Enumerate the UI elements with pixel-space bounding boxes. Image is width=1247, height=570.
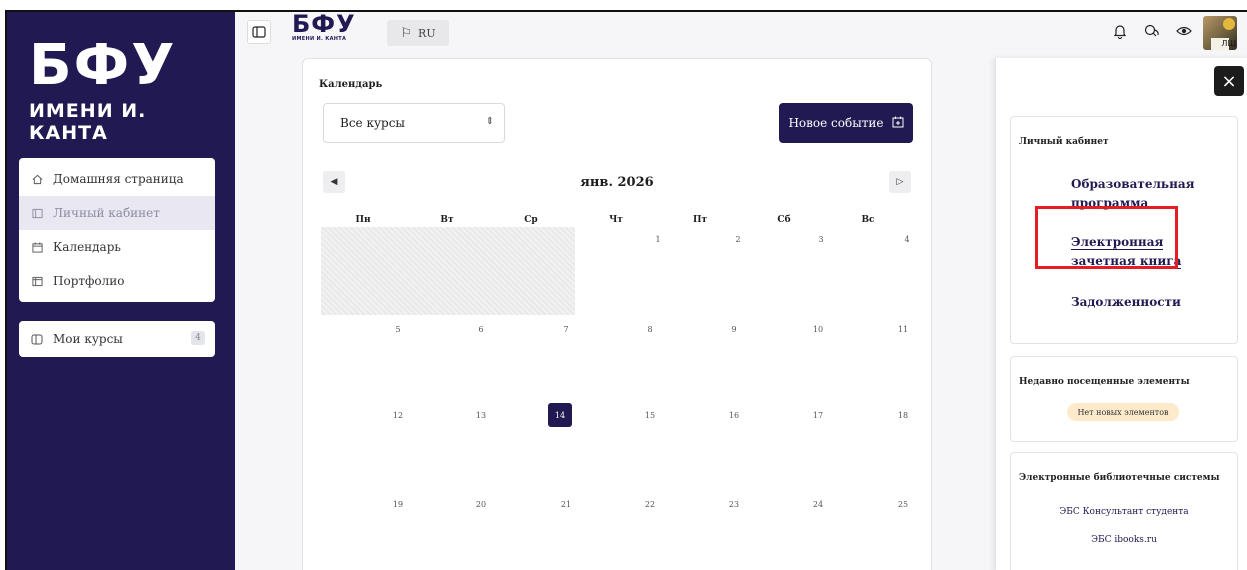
- messages-icon[interactable]: [1139, 24, 1165, 43]
- university-logo[interactable]: БФУ ИМЕНИ И. КАНТА: [29, 36, 219, 146]
- close-drawer-button[interactable]: ×: [1214, 66, 1244, 96]
- calendar-day[interactable]: 1: [648, 235, 668, 244]
- calendar-day[interactable]: 20: [471, 500, 491, 509]
- avatar-text: ЛШ: [1221, 39, 1236, 48]
- sidebar-item-home[interactable]: Домашняя страница: [19, 162, 215, 196]
- close-icon: ×: [1221, 70, 1237, 92]
- cabinet-block-title: Личный кабинет: [1019, 137, 1109, 147]
- recent-items-block: Недавно посещенные элементы Нет новых эл…: [1010, 356, 1238, 442]
- calendar-day[interactable]: 7: [556, 325, 576, 334]
- weekday-label: Вс: [861, 215, 875, 225]
- sidebar: БФУ ИМЕНИ И. КАНТА Домашняя страница Лич…: [7, 12, 235, 570]
- calendar-day[interactable]: 18: [893, 411, 913, 420]
- weekday-label: Пн: [355, 215, 371, 225]
- weekday-label: Сб: [777, 215, 791, 225]
- sidebar-item-my-courses[interactable]: Мои курсы 4: [19, 321, 215, 357]
- courses-count-badge: 4: [191, 331, 205, 345]
- calendar-day[interactable]: 24: [808, 500, 828, 509]
- flag-icon: ⚐: [400, 25, 413, 41]
- calendar-day[interactable]: 16: [724, 411, 744, 420]
- no-new-items-badge: Нет новых элементов: [1067, 403, 1179, 421]
- sidebar-item-label: Портфолио: [53, 274, 125, 288]
- calendar-day[interactable]: 8: [640, 325, 660, 334]
- new-event-button[interactable]: Новое событие: [779, 103, 913, 143]
- portfolio-icon: [31, 275, 43, 287]
- top-logo-sub: ИМЕНИ И. КАНТА: [292, 36, 347, 42]
- weekday-label: Пт: [692, 215, 708, 225]
- logo-sub-text: ИМЕНИ И. КАНТА: [29, 100, 147, 144]
- app-window: БФУ ИМЕНИ И. КАНТА Домашняя страница Лич…: [5, 10, 1247, 570]
- language-label: RU: [418, 26, 436, 40]
- calendar-day[interactable]: 21: [556, 500, 576, 509]
- eye-icon[interactable]: [1171, 25, 1197, 41]
- home-icon: [31, 173, 43, 185]
- weekday-label: Чт: [609, 215, 623, 225]
- notifications-bell-icon[interactable]: [1107, 24, 1133, 43]
- recent-items-title: Недавно посещенные элементы: [1019, 377, 1190, 387]
- top-stripe: [0, 0, 1247, 10]
- library-link[interactable]: ЭБС ibooks.ru: [1011, 535, 1237, 545]
- sidebar-item-label: Мои курсы: [53, 332, 123, 346]
- sidebar-item-label: Личный кабинет: [53, 206, 160, 220]
- sidebar-item-cabinet[interactable]: Личный кабинет: [19, 196, 215, 230]
- calendar-day[interactable]: 19: [388, 500, 408, 509]
- calendar-day[interactable]: 25: [893, 500, 913, 509]
- calendar-day-today[interactable]: 14: [548, 403, 572, 427]
- calendar-icon: [31, 241, 43, 253]
- calendar-day[interactable]: 11: [893, 325, 913, 334]
- weekday-label: Вт: [440, 215, 454, 225]
- sidebar-item-portfolio[interactable]: Портфолио: [19, 264, 215, 298]
- calendar-day[interactable]: 17: [808, 411, 828, 420]
- top-logo-main: БФУ: [292, 10, 356, 38]
- course-select[interactable]: Все курсы ⇕: [323, 103, 505, 143]
- debts-link[interactable]: Задолженности: [1071, 293, 1201, 312]
- sidebar-item-calendar[interactable]: Календарь: [19, 230, 215, 264]
- cabinet-icon: [31, 207, 43, 219]
- language-button[interactable]: ⚐ RU: [387, 20, 449, 46]
- sidebar-item-label: Домашняя страница: [53, 172, 184, 186]
- calendar-day[interactable]: 6: [471, 325, 491, 334]
- course-select-value: Все курсы: [340, 116, 405, 130]
- sidebar-toggle-icon: [252, 26, 266, 38]
- select-arrows-icon: ⇕: [485, 116, 494, 127]
- calendar-title: Календарь: [319, 79, 383, 90]
- next-month-button[interactable]: ▷: [889, 171, 911, 193]
- top-right-toolbar: ЛШ: [1101, 16, 1237, 50]
- calendar-day[interactable]: 5: [388, 325, 408, 334]
- sidebar-nav: Домашняя страница Личный кабинет Календа…: [19, 158, 215, 302]
- top-logo[interactable]: БФУ ИМЕНИ И. КАНТА: [292, 12, 356, 42]
- library-systems-title: Электронные библиотечные системы: [1019, 473, 1220, 483]
- calendar-day[interactable]: 15: [640, 411, 660, 420]
- calendar-day[interactable]: 12: [388, 411, 408, 420]
- courses-icon: [31, 334, 43, 345]
- logo-main-text: БФУ: [29, 33, 177, 98]
- calendar-day[interactable]: 4: [897, 235, 917, 244]
- new-event-label: Новое событие: [788, 116, 884, 130]
- avatar-medal: [1223, 18, 1235, 30]
- sidebar-toggle-button[interactable]: [247, 20, 271, 44]
- library-link[interactable]: ЭБС Консультант студента: [1011, 507, 1237, 517]
- calendar-panel: Календарь Все курсы ⇕ Новое событие ◀ ян…: [302, 58, 932, 570]
- highlight-box: [1035, 206, 1178, 269]
- calendar-day[interactable]: 10: [808, 325, 828, 334]
- calendar-day[interactable]: 22: [640, 500, 660, 509]
- calendar-plus-icon: [892, 116, 904, 131]
- calendar-day[interactable]: 9: [724, 325, 744, 334]
- triangle-right-icon: ▷: [896, 177, 904, 187]
- library-systems-block: Электронные библиотечные системы ЭБС Кон…: [1010, 452, 1238, 570]
- user-avatar[interactable]: ЛШ: [1203, 16, 1237, 50]
- calendar-day[interactable]: 2: [728, 235, 748, 244]
- previous-month-days-area: [321, 227, 575, 315]
- calendar-day[interactable]: 3: [811, 235, 831, 244]
- right-drawer: × Личный кабинет Образовательная програм…: [995, 58, 1247, 570]
- calendar-day[interactable]: 13: [471, 411, 491, 420]
- current-month: янв. 2026: [580, 175, 654, 190]
- calendar-day[interactable]: 23: [724, 500, 744, 509]
- weekday-label: Ср: [524, 215, 538, 225]
- sidebar-item-label: Календарь: [53, 240, 121, 254]
